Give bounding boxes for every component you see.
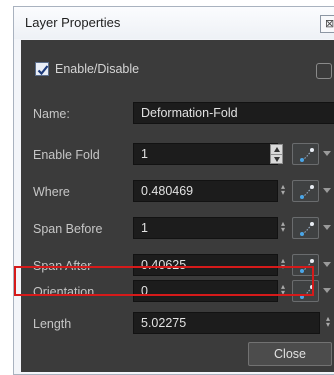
span-after-label: Span After [33,259,92,273]
close-window-icon[interactable]: ⊠ [320,15,334,33]
span-before-label: Span Before [33,222,103,236]
span-after-row: Span After 0.40625 ▴ ▾ [21,254,334,276]
layer-properties-window: Layer Properties ⊠ Enable/Disable Name: … [13,6,334,375]
where-chevron-down-icon[interactable] [323,188,331,193]
name-field[interactable]: Deformation-Fold [133,102,334,124]
close-button[interactable]: Close [248,342,332,366]
orientation-field[interactable]: 0 [133,280,278,302]
length-row: Length 5.02275 ▴ ▾ [21,312,334,334]
enable-fold-spinner-icon[interactable] [270,144,283,164]
where-spinner-icon[interactable]: ▴ ▾ [280,183,286,198]
function-curve-icon [300,148,314,162]
window-title: Layer Properties [25,15,121,30]
function-curve-icon [300,222,314,236]
enable-fold-label: Enable Fold [33,148,100,162]
length-spinner-icon[interactable]: ▴ ▾ [325,315,331,330]
orientation-function-button[interactable] [292,280,319,302]
enable-row: Enable/Disable [21,58,334,80]
orientation-chevron-down-icon[interactable] [323,288,331,293]
function-curve-icon [300,285,314,299]
enable-fold-chevron-down-icon[interactable] [323,151,331,156]
length-field[interactable]: 5.02275 [133,312,320,334]
enable-fold-function-button[interactable] [292,143,319,165]
length-label: Length [33,317,72,331]
where-row: Where 0.480469 ▴ ▾ [21,180,334,202]
span-before-field[interactable]: 1 [133,217,278,239]
span-before-chevron-down-icon[interactable] [323,225,331,230]
orientation-spinner-icon[interactable]: ▴ ▾ [280,283,286,298]
enable-fold-field[interactable]: 1 [133,143,278,165]
orientation-row: Orientation 0 ▴ ▾ [21,280,334,302]
enable-fold-row: Enable Fold 1 [21,143,334,165]
name-row: Name: Deformation-Fold [21,102,334,124]
name-label: Name: [33,107,70,121]
span-after-chevron-down-icon[interactable] [323,262,331,267]
function-curve-icon [300,185,314,199]
enable-checkbox[interactable] [35,62,49,76]
span-before-function-button[interactable] [292,217,319,239]
enable-label: Enable/Disable [55,62,140,76]
span-before-row: Span Before 1 ▴ ▾ [21,217,334,239]
checkmark-icon [37,65,49,76]
where-field[interactable]: 0.480469 [133,180,278,202]
title-bar: Layer Properties ⊠ [14,7,334,39]
span-after-spinner-icon[interactable]: ▴ ▾ [280,257,286,272]
properties-panel: Enable/Disable Name: Deformation-Fold En… [21,40,334,372]
toggle-box[interactable] [316,63,332,79]
where-label: Where [33,185,70,199]
span-after-field[interactable]: 0.40625 [133,254,278,276]
span-before-spinner-icon[interactable]: ▴ ▾ [280,220,286,235]
orientation-label: Orientation [33,285,95,299]
where-function-button[interactable] [292,180,319,202]
span-after-function-button[interactable] [292,254,319,276]
function-curve-icon [300,259,314,273]
